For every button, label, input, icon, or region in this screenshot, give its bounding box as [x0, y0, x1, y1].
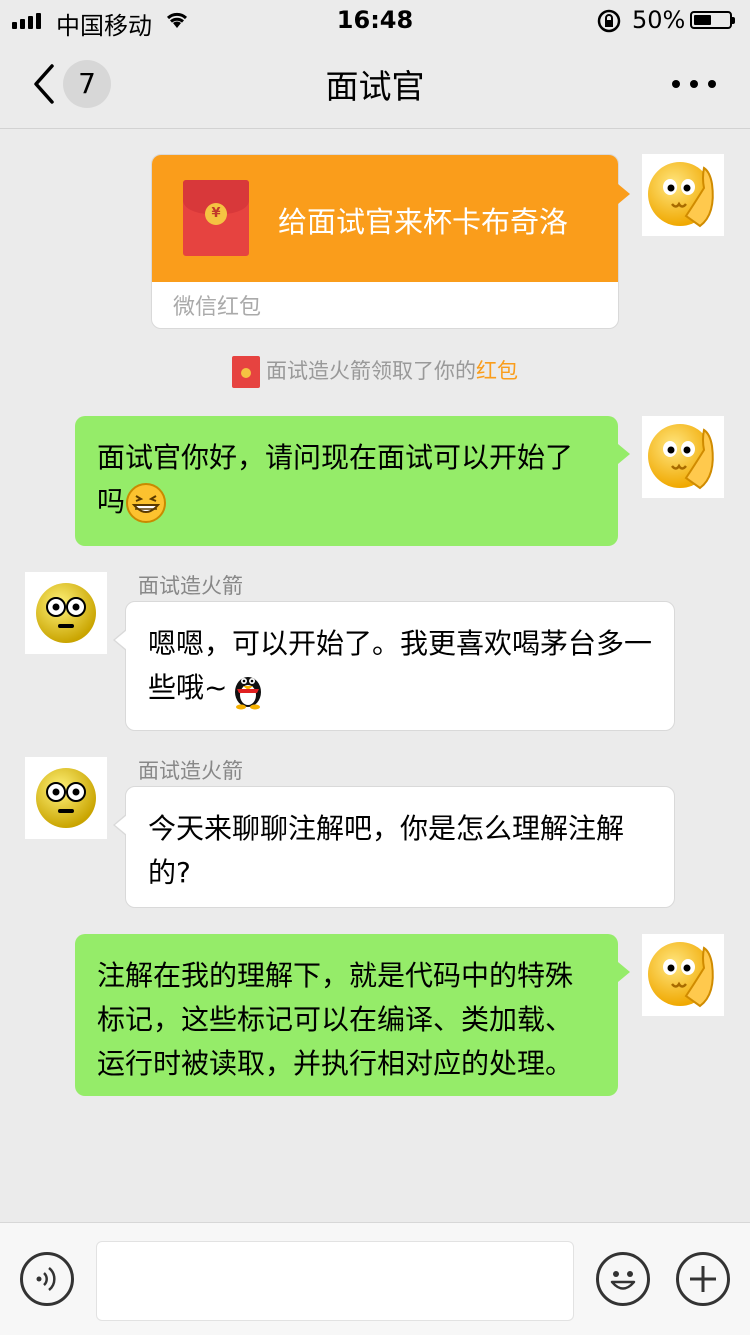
staring-face-icon — [36, 768, 96, 828]
coin-icon: ¥ — [205, 203, 227, 225]
chat-header: 7 面试官 — [0, 42, 750, 129]
notice-link[interactable]: 红包 — [476, 359, 518, 383]
my-message-bubble[interactable]: 注解在我的理解下，就是代码中的特殊标记，这些标记可以在编译、类加载、运行时被读取… — [75, 934, 630, 1096]
system-notice: 面试造火箭领取了你的红包 — [0, 355, 750, 388]
penguin-emoji-icon — [227, 668, 269, 710]
message-text: 嗯嗯，可以开始了。我更喜欢喝茅台多一些哦~ — [148, 627, 653, 704]
sender-name: 面试造火箭 — [138, 759, 243, 783]
plus-icon — [690, 1266, 716, 1292]
contact-avatar[interactable] — [25, 572, 107, 654]
voice-input-button[interactable] — [20, 1252, 74, 1306]
sender-name: 面试造火箭 — [138, 574, 243, 598]
status-bar: 中国移动 16:48 50% — [0, 0, 750, 42]
more-functions-button[interactable] — [676, 1252, 730, 1306]
message-text: 今天来聊聊注解吧，你是怎么理解注解的? — [148, 812, 625, 889]
emoji-button[interactable] — [596, 1252, 650, 1306]
voice-icon — [36, 1267, 56, 1291]
red-packet-label: 微信红包 — [173, 295, 262, 320]
my-avatar[interactable] — [642, 416, 724, 498]
grin-emoji-icon — [125, 482, 167, 524]
thinking-face-icon — [648, 162, 714, 228]
message-text: 面试官你好，请问现在面试可以开始了吗 — [97, 441, 574, 518]
battery-percentage: 50% — [632, 6, 686, 34]
battery-level-fill — [694, 15, 711, 25]
red-envelope-icon: ¥ — [183, 180, 249, 256]
contact-message-bubble[interactable]: 嗯嗯，可以开始了。我更喜欢喝茅台多一些哦~ — [113, 601, 675, 731]
message-text: 注解在我的理解下，就是代码中的特殊标记，这些标记可以在编译、类加载、运行时被读取… — [97, 959, 574, 1080]
staring-face-icon — [36, 583, 96, 643]
my-message-bubble[interactable]: 面试官你好，请问现在面试可以开始了吗 — [75, 416, 630, 546]
notice-text: 面试造火箭领取了你的 — [266, 359, 476, 383]
dot-icon — [690, 80, 698, 88]
thinking-face-icon — [648, 942, 714, 1008]
message-input[interactable] — [96, 1241, 574, 1321]
red-packet-message: 给面试官来杯卡布奇洛 — [278, 205, 569, 239]
input-bar — [0, 1222, 750, 1335]
red-packet-card[interactable]: ¥ 给面试官来杯卡布奇洛 微信红包 — [151, 154, 619, 329]
bubble-tail — [618, 184, 630, 204]
battery-icon — [690, 11, 735, 29]
more-options-button[interactable] — [672, 74, 716, 94]
contact-message-bubble[interactable]: 今天来聊聊注解吧，你是怎么理解注解的? — [113, 786, 675, 908]
dot-icon — [708, 80, 716, 88]
rotation-lock-icon — [596, 8, 622, 40]
my-avatar[interactable] — [642, 154, 724, 236]
contact-avatar[interactable] — [25, 757, 107, 839]
smiley-icon — [610, 1271, 636, 1290]
dot-icon — [672, 80, 680, 88]
red-packet-header: ¥ 给面试官来杯卡布奇洛 — [152, 155, 618, 282]
red-packet-icon — [232, 356, 260, 388]
chat-title: 面试官 — [325, 67, 425, 106]
my-avatar[interactable] — [642, 934, 724, 1016]
thinking-face-icon — [648, 424, 714, 490]
